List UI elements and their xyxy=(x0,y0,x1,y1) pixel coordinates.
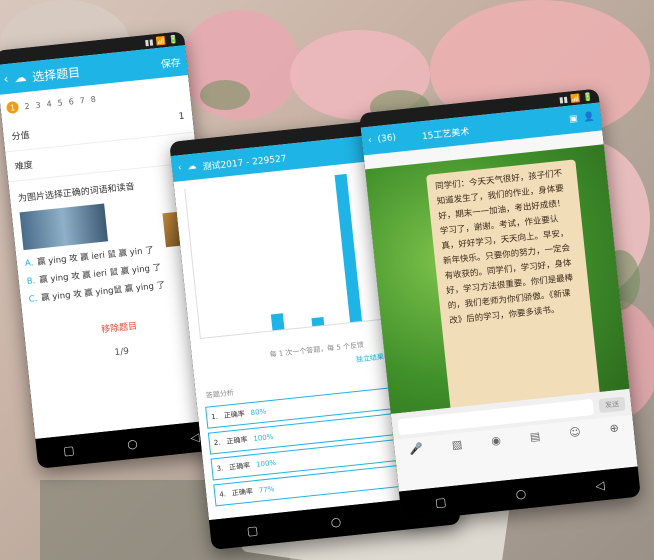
chat-title: 15工艺美术 xyxy=(421,126,470,142)
item-number: 3. xyxy=(216,464,224,474)
score-label: 分值 xyxy=(11,130,31,143)
item-number: 1. xyxy=(210,412,219,422)
back-icon[interactable]: ‹ xyxy=(178,163,183,173)
item-tag: 正确率 xyxy=(226,435,248,446)
group-info-icon[interactable]: ▣ xyxy=(569,114,579,125)
step-1[interactable]: 1 xyxy=(5,100,20,115)
page-title: 选择题目 xyxy=(31,64,81,84)
step-5[interactable]: 5 xyxy=(57,98,63,107)
question-image xyxy=(19,203,109,251)
profile-icon[interactable]: 👤 xyxy=(583,112,595,123)
item-number: 4. xyxy=(218,490,227,499)
chart-bar xyxy=(334,173,363,323)
back-count[interactable]: (36) xyxy=(377,133,396,145)
step-6[interactable]: 6 xyxy=(68,97,74,106)
option-key: A. xyxy=(24,258,34,270)
item-percent: 80% xyxy=(250,407,267,418)
item-percent: 77% xyxy=(258,485,275,495)
home-icon[interactable]: ○ xyxy=(330,514,342,529)
item-number: 2. xyxy=(213,438,222,448)
item-percent: 100% xyxy=(253,432,274,443)
step-4[interactable]: 4 xyxy=(46,99,52,108)
chart-bar xyxy=(311,317,325,327)
step-7[interactable]: 7 xyxy=(79,95,85,104)
step-8[interactable]: 8 xyxy=(90,94,96,103)
send-button[interactable]: 发送 xyxy=(598,396,626,414)
cloud-icon: ☁ xyxy=(13,69,27,86)
home-icon[interactable]: ○ xyxy=(126,436,138,451)
item-tag: 正确率 xyxy=(231,487,254,498)
item-percent: 100% xyxy=(255,458,277,469)
recent-apps-icon[interactable]: ▢ xyxy=(63,443,76,458)
step-2[interactable]: 2 xyxy=(24,101,30,110)
home-icon[interactable]: ○ xyxy=(515,486,527,501)
remove-question-button[interactable]: 移除题目 xyxy=(24,311,214,344)
page-indicator: 1/9 xyxy=(114,346,130,359)
recent-apps-icon[interactable]: ▢ xyxy=(246,523,259,538)
save-button[interactable]: 保存 xyxy=(160,53,181,70)
back-icon[interactable]: ‹ xyxy=(3,72,9,86)
back-nav-icon[interactable]: ◁ xyxy=(190,430,201,445)
chart-bar xyxy=(270,313,285,331)
back-nav-icon[interactable]: ◁ xyxy=(595,478,606,493)
mic-icon[interactable]: 🎤 xyxy=(408,441,423,455)
plus-icon[interactable]: ⊕ xyxy=(609,421,620,435)
camera-icon[interactable]: ◉ xyxy=(491,433,502,447)
option-key: C. xyxy=(28,293,38,305)
score-value: 1 xyxy=(178,111,185,123)
difficulty-label: 难度 xyxy=(14,160,34,173)
image-icon[interactable]: ▨ xyxy=(451,437,463,451)
cloud-icon: ☁ xyxy=(187,161,198,173)
page-title: 测试2017 - 229527 xyxy=(202,153,287,173)
step-3[interactable]: 3 xyxy=(35,100,41,109)
phone-class-chat: ▮▮ 📶 🔋 ‹ (36) 15工艺美术 ▣ 👤 同学们：今天天气很好，孩子们不… xyxy=(359,88,641,522)
back-icon[interactable]: ‹ xyxy=(368,136,373,146)
chat-background: 同学们：今天天气很好，孩子们不知道发生了，我们的作业，身体要好，期末一一加油，考… xyxy=(365,144,630,434)
file-icon[interactable]: ▤ xyxy=(529,429,541,443)
item-tag: 正确率 xyxy=(228,461,251,472)
item-tag: 正确率 xyxy=(223,409,246,420)
emoji-icon[interactable]: ☺ xyxy=(568,425,581,439)
notice-message: 同学们：今天天气很好，孩子们不知道发生了，我们的作业，身体要好，期末一一加油，考… xyxy=(426,159,603,434)
recent-apps-icon[interactable]: ▢ xyxy=(434,495,447,510)
option-key: B. xyxy=(26,276,36,287)
